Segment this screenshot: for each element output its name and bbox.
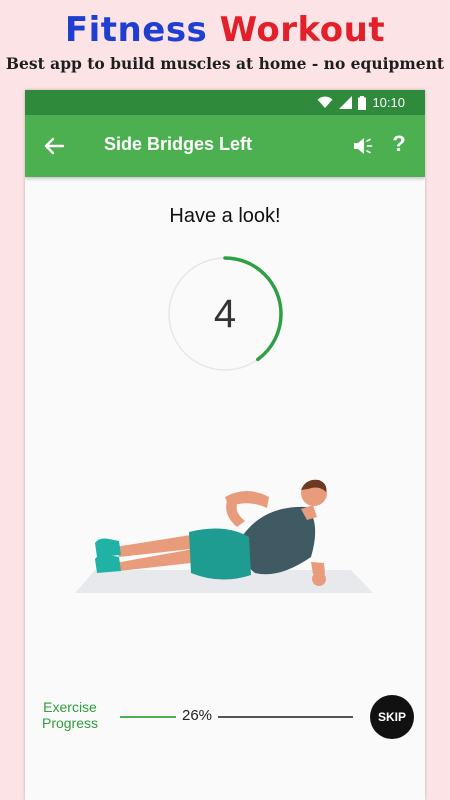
promo-title-word-2: Workout	[219, 10, 386, 50]
promo-title-word-1: Fitness	[64, 10, 208, 50]
countdown-timer: 4	[167, 256, 283, 372]
exercise-illustration	[75, 479, 373, 593]
back-arrow-icon	[44, 137, 65, 155]
battery-icon	[358, 95, 367, 110]
status-bar: 10:10	[25, 90, 425, 115]
prompt-text: Have a look!	[169, 205, 281, 227]
status-icons: 10:10	[317, 90, 405, 115]
back-button[interactable]	[41, 134, 67, 158]
app-bar: Side Bridges Left ?	[25, 115, 425, 177]
exercise-title: Side Bridges Left	[104, 134, 253, 154]
countdown-number: 4	[213, 292, 237, 336]
phone-screen: 10:10 Side Bridges Left ? Have a look! 4	[25, 90, 425, 800]
promo-title: Fitness Workout	[0, 8, 450, 52]
skip-button[interactable]: SKIP	[370, 695, 414, 739]
help-button[interactable]: ?	[390, 131, 408, 159]
exercise-progress-label: Exercise Progress	[41, 699, 99, 731]
promo-subtitle: Best app to build muscles at home - no e…	[5, 54, 445, 73]
speaker-icon	[354, 138, 373, 154]
sound-button[interactable]	[352, 135, 376, 157]
wifi-icon	[317, 96, 333, 108]
progress-bar-completed	[120, 716, 176, 718]
progress-percent: 26%	[181, 707, 213, 724]
progress-bar-remaining	[218, 716, 353, 718]
signal-icon	[339, 96, 353, 109]
status-time: 10:10	[372, 95, 405, 110]
